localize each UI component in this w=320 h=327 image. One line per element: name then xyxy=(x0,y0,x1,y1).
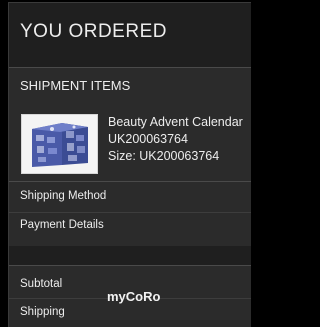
shipping-label: Shipping xyxy=(20,306,65,318)
shipment-items-panel: SHIPMENT ITEMS Beauty Advent Calendar UK… xyxy=(9,67,251,181)
product-name[interactable]: Beauty Advent Calendar xyxy=(108,114,243,131)
product-code: UK200063764 xyxy=(108,132,188,146)
order-summary-screen: YOU ORDERED SHIPMENT ITEMS Beauty Advent… xyxy=(8,2,251,327)
advent-calendar-image xyxy=(22,115,97,173)
payment-details-row[interactable]: Payment Details xyxy=(20,219,104,231)
product-thumbnail[interactable] xyxy=(21,114,98,174)
subtotal-label: Subtotal xyxy=(20,278,63,290)
product-details: Beauty Advent Calendar UK200063764 Size:… xyxy=(108,114,243,165)
row-divider xyxy=(9,212,251,213)
shipment-items-heading: SHIPMENT ITEMS xyxy=(20,78,131,93)
page-title: YOU ORDERED xyxy=(20,21,167,42)
watermark-text: myCoRo xyxy=(107,289,161,304)
order-details-panel: Shipping Method Payment Details xyxy=(9,181,251,246)
product-size: Size: UK200063764 xyxy=(108,149,220,163)
shipping-method-row[interactable]: Shipping Method xyxy=(20,190,106,202)
